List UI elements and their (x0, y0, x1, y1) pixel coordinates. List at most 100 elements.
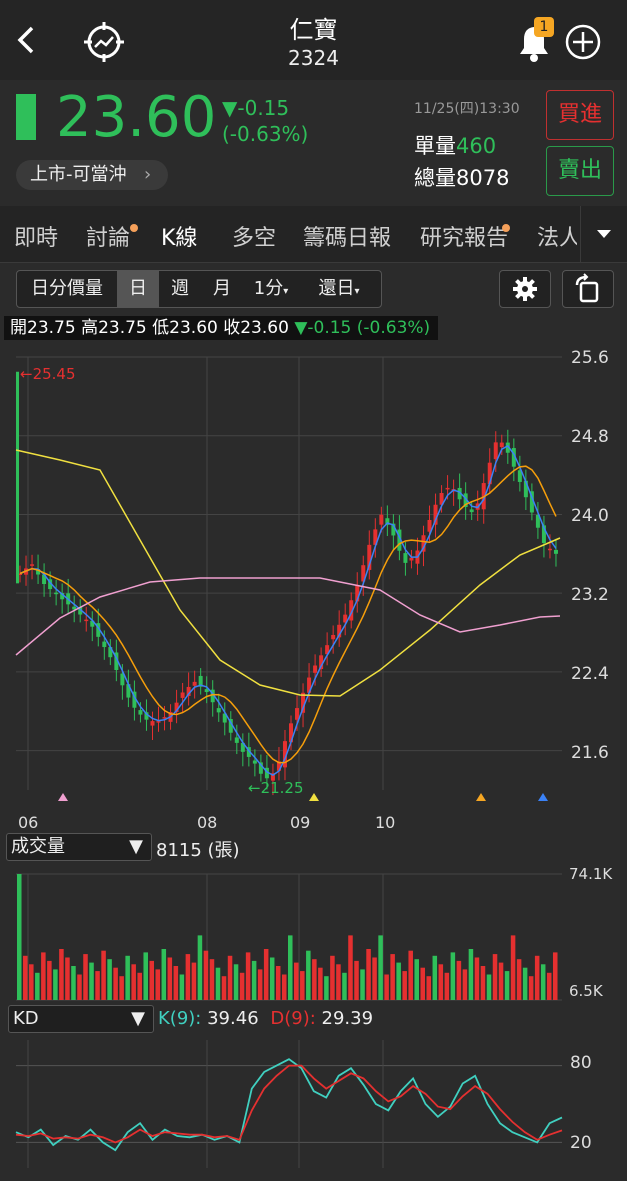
candle-body (379, 514, 384, 525)
volume-bar (366, 948, 371, 1000)
volume-bar (300, 971, 305, 1000)
price-tick: 21.6 (571, 743, 609, 763)
volume-bar (510, 935, 516, 1000)
volume-bar (462, 969, 468, 1000)
volume-bar (215, 967, 221, 1000)
volume-bar (306, 950, 311, 1000)
candle-body (493, 442, 498, 460)
ma240-line (15, 577, 561, 656)
volume-bar (504, 971, 510, 1000)
volume-bar (119, 976, 124, 1000)
candle-body (547, 548, 552, 551)
volume-bar (312, 959, 317, 1000)
volume-bar (167, 957, 173, 1000)
d-line (15, 1064, 563, 1144)
candle-body (409, 557, 414, 561)
volume-bar (251, 960, 257, 1000)
volume-bar (143, 952, 148, 1000)
volume-bar (245, 952, 251, 1000)
volume-bar (131, 964, 136, 1000)
volume-bar (47, 960, 52, 1000)
candle-body (216, 708, 221, 713)
event-marker-icon (309, 793, 319, 801)
volume-bar (540, 964, 546, 1000)
volume-bar (137, 972, 142, 1000)
candle-body (16, 371, 19, 584)
candle-body (313, 665, 318, 673)
volume-bar (77, 974, 82, 1000)
volume-bar (191, 962, 197, 1000)
volume-bar (173, 965, 179, 1000)
volume-bar (89, 962, 94, 1000)
candle-body (234, 737, 239, 743)
volume-bar (528, 976, 534, 1000)
indicator-select-volume[interactable]: 成交量 ▼ (6, 833, 152, 861)
volume-bar (41, 952, 46, 1000)
volume-bar (480, 965, 486, 1000)
price-tick: 23.2 (571, 585, 609, 605)
volume-max-label: 74.1K (569, 865, 613, 883)
volume-bar (456, 960, 462, 1000)
kd-axis-tick: 80 (570, 1053, 592, 1073)
volume-bar (221, 976, 227, 1000)
volume-bar (107, 959, 112, 1000)
volume-bar (474, 957, 480, 1000)
volume-bar (354, 960, 359, 1000)
volume-bar (29, 964, 34, 1000)
indicator-select-kd[interactable]: KD ▼ (8, 1005, 154, 1033)
volume-bar (227, 955, 233, 1000)
volume-bar (53, 969, 58, 1000)
candlestick-chart[interactable] (0, 0, 627, 1181)
volume-bar (59, 948, 64, 1000)
volume-bar (197, 935, 203, 1000)
volume-bar (209, 959, 215, 1000)
candle-body (84, 619, 89, 622)
volume-bar (444, 972, 450, 1000)
volume-value: 8115 (張) (156, 840, 240, 861)
date-tick: 08 (197, 813, 218, 832)
volume-bar (23, 955, 28, 1000)
volume-bar (372, 957, 377, 1000)
volume-bar (360, 969, 365, 1000)
volume-bar (468, 948, 474, 1000)
volume-bar (552, 952, 558, 1000)
candle-body (403, 553, 408, 563)
volume-bar (179, 974, 185, 1000)
volume-bar (35, 972, 40, 1000)
volume-min-label: 6.5K (569, 982, 603, 1000)
candle-body (252, 760, 257, 764)
event-marker-icon (476, 793, 486, 801)
volume-bar (288, 935, 293, 1000)
volume-bar (450, 952, 456, 1000)
candle-body (553, 549, 558, 554)
date-tick: 06 (18, 813, 39, 832)
volume-bar (83, 954, 88, 1000)
volume-bar (486, 974, 492, 1000)
k-label: K(9): (158, 1008, 202, 1029)
event-marker-icon (538, 793, 548, 801)
price-tick: 25.6 (571, 348, 609, 368)
kd-select-label: KD (13, 1008, 39, 1029)
volume-bar (203, 950, 209, 1000)
price-tick: 24.0 (571, 506, 609, 526)
volume-bar (408, 950, 413, 1000)
volume-bar (396, 962, 401, 1000)
volume-bar (125, 955, 130, 1000)
volume-bar (432, 955, 438, 1000)
candle-body (499, 442, 504, 448)
volume-bar (516, 959, 522, 1000)
caret-down-icon: ▼ (129, 836, 143, 857)
volume-bar (149, 960, 155, 1000)
caret-down-icon: ▼ (131, 1008, 145, 1029)
volume-bar (233, 964, 239, 1000)
min-price-label: ←21.25 (248, 779, 304, 797)
volume-bar (155, 969, 161, 1000)
candle-body (138, 710, 143, 715)
volume-bar (498, 962, 504, 1000)
volume-bar (161, 948, 167, 1000)
candle-body (469, 509, 474, 513)
ma5-line (19, 444, 557, 776)
volume-bar (185, 954, 191, 1000)
volume-bar (438, 964, 444, 1000)
volume-bar (384, 974, 389, 1000)
